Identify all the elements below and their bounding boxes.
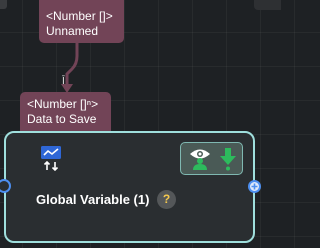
- global-variable-node[interactable]: Global Variable (1) ?: [4, 131, 255, 243]
- input-data-tag[interactable]: <Number []ⁿ> Data to Save: [20, 92, 111, 132]
- input-tag-type: <Number []ⁿ>: [27, 97, 99, 111]
- user-eye-icon[interactable]: [188, 147, 212, 171]
- download-arrow-icon[interactable]: [219, 147, 237, 171]
- port-marker-label: Ī: [62, 76, 65, 87]
- input-tag-name: Data to Save: [27, 112, 97, 126]
- output-tag-type: <Number []>: [46, 9, 113, 23]
- scroll-edge-left: [0, 0, 7, 9]
- scroll-edge-right: [254, 0, 281, 10]
- plus-circle-icon[interactable]: [248, 180, 261, 193]
- node-title: Global Variable (1): [36, 192, 150, 207]
- help-icon[interactable]: ?: [157, 190, 176, 209]
- output-tag-name: Unnamed: [46, 24, 99, 38]
- output-data-tag[interactable]: <Number []> Unnamed: [39, 0, 124, 43]
- flow-canvas[interactable]: <Number []> Unnamed Ī <Number []ⁿ> Data …: [0, 0, 281, 248]
- node-action-panel: [180, 142, 243, 175]
- chart-transfer-icon: [40, 145, 62, 172]
